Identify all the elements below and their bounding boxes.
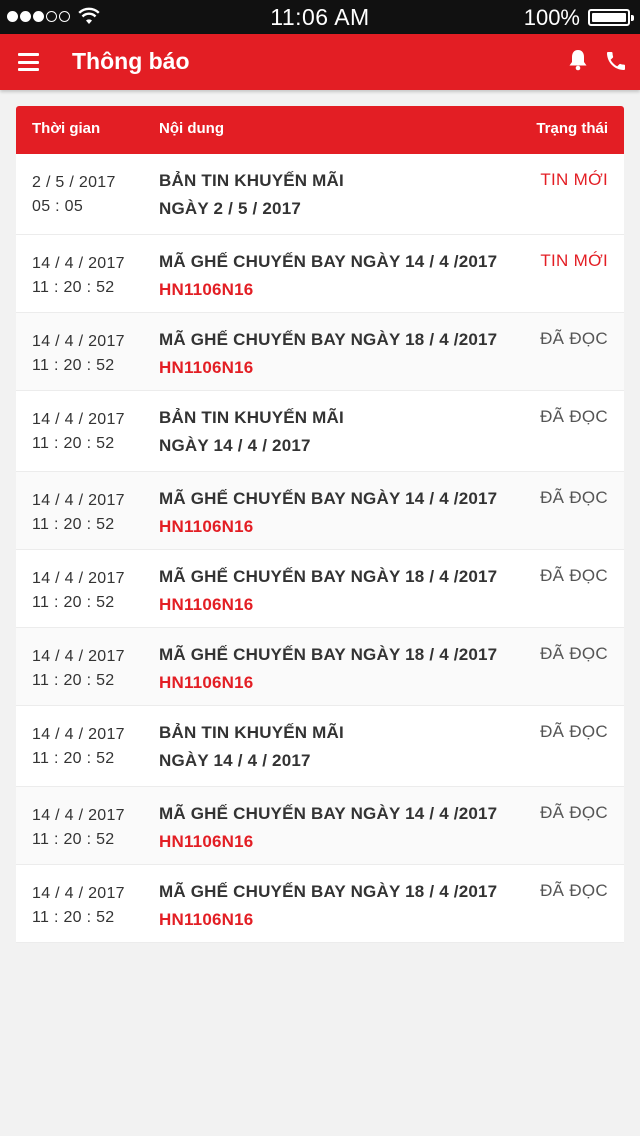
- row-content: BẢN TIN KHUYẾN MÃI NGÀY 14 / 4 / 2017: [159, 719, 344, 775]
- row-clock: 11 : 20 : 52: [32, 594, 115, 611]
- row-content: MÃ GHẾ CHUYẾN BAY NGÀY 18 / 4 /2017 HN110…: [159, 878, 497, 934]
- table-body: 2 / 5 / 2017 05 : 05 BẢN TIN KHUYẾN MÃI NGÀ…: [16, 154, 624, 943]
- row-date: 14 / 4 / 2017: [32, 885, 125, 902]
- row-seat-code: HN1106N16: [159, 832, 254, 851]
- phone-icon[interactable]: [604, 49, 628, 78]
- row-date: 14 / 4 / 2017: [32, 492, 125, 509]
- row-date: 14 / 4 / 2017: [32, 648, 125, 665]
- row-subtitle: NGÀY 14 / 4 / 2017: [159, 751, 311, 770]
- row-content: MÃ GHẾ CHUYẾN BAY NGÀY 18 / 4 /2017 HN110…: [159, 563, 497, 619]
- status-badge: ĐÃ ĐỌC: [540, 881, 608, 900]
- status-badge: ĐÃ ĐỌC: [540, 803, 608, 822]
- row-clock: 11 : 20 : 52: [32, 279, 115, 296]
- row-time: 14 / 4 / 2017 11 : 20 : 52: [32, 567, 125, 615]
- row-clock: 11 : 20 : 52: [32, 435, 115, 452]
- row-title: MÃ GHẾ CHUYẾN BAY NGÀY 14 / 4 /2017: [159, 252, 498, 271]
- table-row[interactable]: 14 / 4 / 2017 11 : 20 : 52 MÃ GHẾ CHUYẾN B…: [16, 787, 624, 865]
- battery-icon: [588, 9, 634, 26]
- row-title: MÃ GHẾ CHUYẾN BAY NGÀY 14 / 4 /2017: [159, 489, 498, 508]
- row-title: MÃ GHẾ CHUYẾN BAY NGÀY 18 / 4 /2017: [159, 330, 498, 349]
- row-date: 14 / 4 / 2017: [32, 411, 125, 428]
- column-header-content: Nội dung: [159, 120, 224, 137]
- status-badge: TIN MỚI: [540, 170, 608, 189]
- row-title: BẢN TIN KHUYẾN MÃI: [159, 171, 344, 190]
- row-time: 14 / 4 / 2017 11 : 20 : 52: [32, 882, 125, 930]
- table-row[interactable]: 14 / 4 / 2017 11 : 20 : 52 MÃ GHẾ CHUYẾN B…: [16, 550, 624, 628]
- row-seat-code: HN1106N16: [159, 910, 254, 929]
- row-title: BẢN TIN KHUYẾN MÃI: [159, 723, 344, 742]
- row-content: BẢN TIN KHUYẾN MÃI NGÀY 2 / 5 / 2017: [159, 167, 344, 223]
- row-content: BẢN TIN KHUYẾN MÃI NGÀY 14 / 4 / 2017: [159, 404, 344, 460]
- row-content: MÃ GHẾ CHUYẾN BAY NGÀY 14 / 4 /2017 HN110…: [159, 800, 497, 856]
- row-seat-code: HN1106N16: [159, 280, 254, 299]
- bell-icon[interactable]: [568, 49, 588, 76]
- row-clock: 05 : 05: [32, 198, 84, 215]
- battery-percent: 100%: [523, 5, 580, 30]
- table-row[interactable]: 14 / 4 / 2017 11 : 20 : 52 MÃ GHẾ CHUYẾN B…: [16, 628, 624, 706]
- status-badge: ĐÃ ĐỌC: [540, 329, 608, 348]
- row-time: 14 / 4 / 2017 11 : 20 : 52: [32, 489, 125, 537]
- row-date: 2 / 5 / 2017: [32, 174, 116, 191]
- status-badge: ĐÃ ĐỌC: [540, 644, 608, 663]
- row-subtitle: NGÀY 2 / 5 / 2017: [159, 199, 301, 218]
- status-badge: ĐÃ ĐỌC: [540, 488, 608, 507]
- table-row[interactable]: 14 / 4 / 2017 11 : 20 : 52 MÃ GHẾ CHUYẾN B…: [16, 313, 624, 391]
- menu-icon[interactable]: [18, 53, 39, 71]
- row-seat-code: HN1106N16: [159, 517, 254, 536]
- status-badge: ĐÃ ĐỌC: [540, 722, 608, 741]
- row-date: 14 / 4 / 2017: [32, 333, 125, 350]
- column-header-time: Thời gian: [32, 120, 101, 137]
- row-time: 14 / 4 / 2017 11 : 20 : 52: [32, 723, 125, 771]
- row-subtitle: NGÀY 14 / 4 / 2017: [159, 436, 311, 455]
- table-row[interactable]: 14 / 4 / 2017 11 : 20 : 52 BẢN TIN KHUYẾN …: [16, 706, 624, 787]
- table-row[interactable]: 2 / 5 / 2017 05 : 05 BẢN TIN KHUYẾN MÃI NGÀ…: [16, 154, 624, 235]
- table-row[interactable]: 14 / 4 / 2017 11 : 20 : 52 MÃ GHẾ CHUYẾN B…: [16, 235, 624, 313]
- status-badge: ĐÃ ĐỌC: [540, 407, 608, 426]
- row-time: 14 / 4 / 2017 11 : 20 : 52: [32, 804, 125, 852]
- row-title: BẢN TIN KHUYẾN MÃI: [159, 408, 344, 427]
- row-title: MÃ GHẾ CHUYẾN BAY NGÀY 18 / 4 /2017: [159, 645, 498, 664]
- row-content: MÃ GHẾ CHUYẾN BAY NGÀY 14 / 4 /2017 HN110…: [159, 248, 497, 304]
- row-clock: 11 : 20 : 52: [32, 750, 115, 767]
- row-clock: 11 : 20 : 52: [32, 516, 115, 533]
- row-time: 14 / 4 / 2017 11 : 20 : 52: [32, 330, 125, 378]
- row-date: 14 / 4 / 2017: [32, 570, 125, 587]
- notifications-table: Thời gian Nội dung Trạng thái 2 / 5 / 20…: [16, 106, 624, 943]
- row-title: MÃ GHẾ CHUYẾN BAY NGÀY 18 / 4 /2017: [159, 882, 498, 901]
- row-date: 14 / 4 / 2017: [32, 807, 125, 824]
- column-header-status: Trạng thái: [536, 120, 608, 137]
- row-title: MÃ GHẾ CHUYẾN BAY NGÀY 14 / 4 /2017: [159, 804, 498, 823]
- row-clock: 11 : 20 : 52: [32, 909, 115, 926]
- row-seat-code: HN1106N16: [159, 673, 254, 692]
- row-time: 14 / 4 / 2017 11 : 20 : 52: [32, 408, 125, 456]
- table-row[interactable]: 14 / 4 / 2017 11 : 20 : 52 BẢN TIN KHUYẾN …: [16, 391, 624, 472]
- row-content: MÃ GHẾ CHUYẾN BAY NGÀY 18 / 4 /2017 HN110…: [159, 641, 497, 697]
- table-row[interactable]: 14 / 4 / 2017 11 : 20 : 52 MÃ GHẾ CHUYẾN B…: [16, 865, 624, 943]
- app-bar: Thông báo: [0, 34, 640, 90]
- row-content: MÃ GHẾ CHUYẾN BAY NGÀY 14 / 4 /2017 HN110…: [159, 485, 497, 541]
- status-badge: ĐÃ ĐỌC: [540, 566, 608, 585]
- row-seat-code: HN1106N16: [159, 358, 254, 377]
- status-bar: 11:06 AM 100%: [0, 0, 640, 34]
- status-badge: TIN MỚI: [540, 251, 608, 270]
- row-time: 2 / 5 / 2017 05 : 05: [32, 171, 116, 219]
- row-seat-code: HN1106N16: [159, 595, 254, 614]
- row-time: 14 / 4 / 2017 11 : 20 : 52: [32, 645, 125, 693]
- row-date: 14 / 4 / 2017: [32, 726, 125, 743]
- row-clock: 11 : 20 : 52: [32, 831, 115, 848]
- table-header: Thời gian Nội dung Trạng thái: [16, 106, 624, 154]
- row-clock: 11 : 20 : 52: [32, 672, 115, 689]
- row-time: 14 / 4 / 2017 11 : 20 : 52: [32, 252, 125, 300]
- table-row[interactable]: 14 / 4 / 2017 11 : 20 : 52 MÃ GHẾ CHUYẾN B…: [16, 472, 624, 550]
- row-clock: 11 : 20 : 52: [32, 357, 115, 374]
- row-title: MÃ GHẾ CHUYẾN BAY NGÀY 18 / 4 /2017: [159, 567, 498, 586]
- page-title: Thông báo: [72, 48, 190, 74]
- row-date: 14 / 4 / 2017: [32, 255, 125, 272]
- row-content: MÃ GHẾ CHUYẾN BAY NGÀY 18 / 4 /2017 HN110…: [159, 326, 497, 382]
